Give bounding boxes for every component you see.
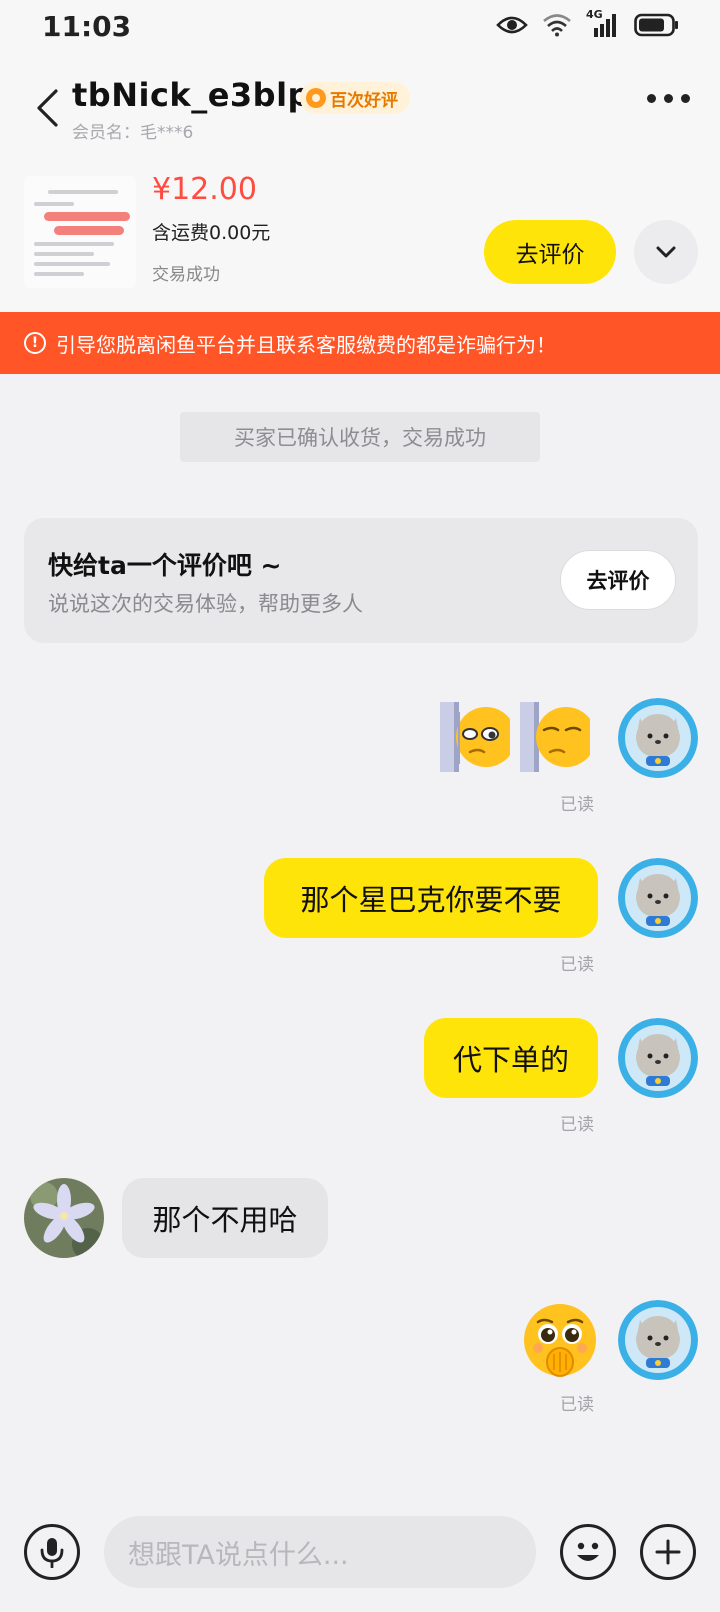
plus-icon: [655, 1539, 681, 1565]
chevron-left-icon: [37, 89, 58, 127]
more-actions-button[interactable]: [640, 1524, 696, 1580]
message-input[interactable]: 想跟TA说点什么...: [104, 1516, 536, 1588]
peeking-emoji-sticker[interactable]: [520, 700, 596, 778]
my-avatar[interactable]: [618, 1018, 698, 1098]
eye-icon: [496, 16, 528, 34]
badge-medal-icon: [306, 88, 326, 108]
read-receipt: 已读: [560, 1395, 594, 1415]
chevron-down-icon: [656, 246, 676, 258]
more-options-button[interactable]: [647, 94, 690, 103]
review-prompt-subtitle: 说说这次的交易体验，帮助更多人: [48, 592, 363, 616]
contact-nickname[interactable]: tbNick_e3blp: [72, 76, 311, 114]
good-review-badge[interactable]: 百次好评: [300, 82, 410, 114]
my-avatar[interactable]: [618, 858, 698, 938]
fraud-warning-banner: ! 引导您脱离闲鱼平台并且联系客服缴费的都是诈骗行为！: [0, 312, 720, 374]
chat-header: tbNick_e3blp 百次好评 会员名：毛***6: [0, 66, 720, 146]
emoji-button[interactable]: [560, 1524, 616, 1580]
more-dot-icon: [681, 94, 690, 103]
review-prompt-card: 快给ta一个评价吧 ~ 说说这次的交易体验，帮助更多人 去评价: [24, 518, 698, 643]
more-dot-icon: [664, 94, 673, 103]
product-card[interactable]: ¥12.00 含运费0.00元 交易成功 去评价: [0, 168, 720, 298]
review-prompt-title: 快给ta一个评价吧 ~: [48, 551, 282, 580]
warning-text: 引导您脱离闲鱼平台并且联系客服缴费的都是诈骗行为！: [56, 332, 556, 357]
my-avatar[interactable]: [618, 698, 698, 778]
review-prompt-button[interactable]: 去评价: [560, 550, 676, 610]
peeking-emoji-sticker[interactable]: [440, 700, 516, 778]
member-name: 会员名：毛***6: [72, 123, 194, 143]
voice-button[interactable]: [24, 1524, 80, 1580]
badge-label: 百次好评: [330, 90, 398, 111]
deal-status: 交易成功: [152, 265, 220, 285]
smiley-icon: [577, 1542, 599, 1561]
message-bubble-sent[interactable]: 代下单的: [424, 1018, 598, 1098]
product-price: ¥12.00: [152, 172, 257, 207]
status-bar: 11:03 4G: [0, 0, 720, 56]
status-time: 11:03: [42, 10, 132, 43]
pleading-emoji-sticker[interactable]: [522, 1300, 598, 1384]
warning-icon: !: [24, 332, 46, 354]
message-bubble-sent[interactable]: 那个星巴克你要不要: [264, 858, 598, 938]
read-receipt: 已读: [560, 955, 594, 975]
back-button[interactable]: [30, 86, 64, 130]
expand-button[interactable]: [634, 220, 698, 284]
read-receipt: 已读: [560, 1115, 594, 1135]
shipping-fee: 含运费0.00元: [152, 222, 271, 244]
microphone-icon: [40, 1538, 64, 1568]
contact-avatar[interactable]: [24, 1178, 104, 1258]
wifi-icon: [543, 14, 571, 37]
my-avatar[interactable]: [618, 1300, 698, 1380]
signal-icon: [594, 14, 616, 37]
message-bubble-received[interactable]: 那个不用哈: [122, 1178, 328, 1258]
read-receipt: 已读: [560, 795, 594, 815]
review-button[interactable]: 去评价: [484, 220, 616, 284]
input-bar: 想跟TA说点什么...: [0, 1500, 720, 1612]
system-message: 买家已确认收货，交易成功: [180, 412, 540, 462]
battery-icon: [634, 13, 678, 37]
status-icons: 4G: [496, 8, 680, 38]
product-thumbnail[interactable]: [24, 176, 136, 288]
cellular-signal: 4G: [586, 8, 620, 38]
more-dot-icon: [647, 94, 656, 103]
